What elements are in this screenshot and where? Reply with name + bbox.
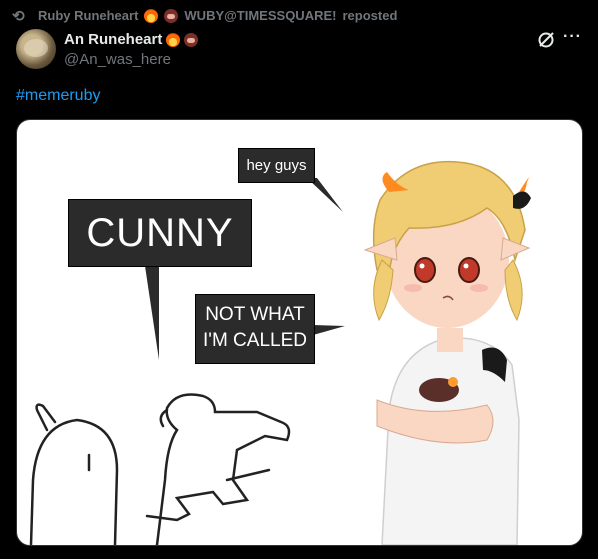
- repost-icon: ⟲: [12, 8, 25, 25]
- stick-figures: [29, 393, 291, 545]
- fire-emoji-icon: [166, 32, 181, 47]
- bubble-not-line1: NOT WHAT: [205, 304, 305, 325]
- avatar[interactable]: [16, 29, 56, 69]
- more-icon[interactable]: ···: [563, 28, 582, 46]
- bubble-tail-hey: [307, 178, 343, 212]
- hashtag-link[interactable]: #memeruby: [16, 87, 100, 105]
- speech-bubble-cunny: CUNNY: [69, 200, 251, 266]
- bubble-not-line2: I'M CALLED: [203, 330, 307, 351]
- anime-girl: [363, 160, 531, 545]
- bubble-tail-not: [313, 325, 345, 335]
- speech-bubble-not-what-im-called: NOT WHAT I'M CALLED: [196, 295, 314, 363]
- boar-emoji-icon: [164, 8, 179, 23]
- repost-header[interactable]: ⟲ Ruby Runeheart WUBY@TIMESSQUARE! repos…: [12, 8, 398, 25]
- speech-bubble-hey: hey guys: [239, 149, 314, 182]
- post-image[interactable]: hey guys CUNNY NOT WHAT I'M CALLED: [16, 119, 583, 546]
- author-name-row[interactable]: An Runeheart: [64, 31, 199, 48]
- author-display-name[interactable]: An Runeheart: [64, 31, 162, 48]
- reposter-name[interactable]: Ruby Runeheart: [38, 8, 138, 23]
- reposter-tag: WUBY@TIMESSQUARE!: [184, 8, 337, 23]
- reposted-label: reposted: [342, 8, 398, 23]
- boar-emoji-icon: [184, 32, 199, 47]
- bubble-tail-cunny: [145, 266, 159, 360]
- author-handle[interactable]: @An_was_here: [64, 51, 171, 68]
- fire-emoji-icon: [144, 8, 159, 23]
- grok-icon[interactable]: [536, 30, 556, 50]
